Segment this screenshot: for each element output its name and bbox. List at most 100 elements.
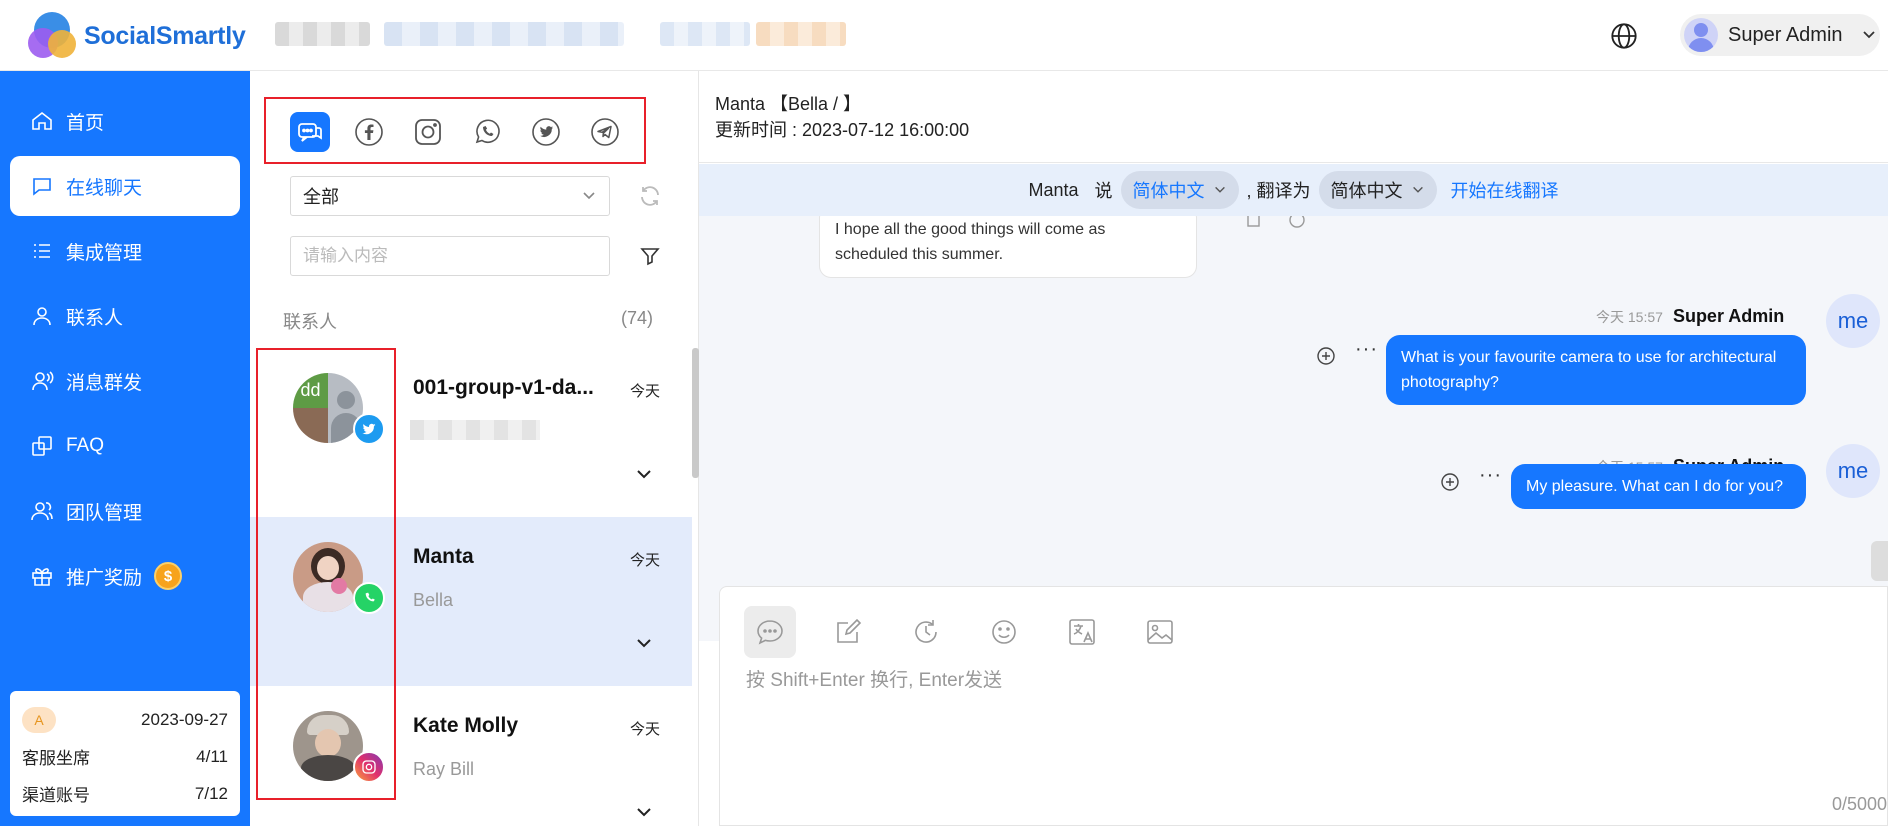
channel-tab-whatsapp[interactable] xyxy=(467,112,507,152)
sidebar-item-team[interactable]: 团队管理 xyxy=(10,481,240,541)
copy-icon xyxy=(32,436,52,456)
scheduled-message-tool[interactable] xyxy=(900,606,952,658)
translate-to-label: , 翻译为 xyxy=(1246,181,1311,201)
telegram-icon xyxy=(591,118,619,146)
incoming-message-bubble: I hope all the good things will come as … xyxy=(819,216,1197,278)
channel-tab-twitter[interactable] xyxy=(526,112,566,152)
contacts-panel: 全部 联系人 (74) dd 001-group-v1-da... 今天 xyxy=(250,71,699,826)
channel-tab-facebook[interactable] xyxy=(349,112,389,152)
target-language-value: 简体中文 xyxy=(1330,181,1403,201)
sidebar-item-label: FAQ xyxy=(66,435,105,456)
user-icon xyxy=(33,307,51,326)
message-time: 今天 15:57 xyxy=(1596,309,1663,325)
chevron-down-icon xyxy=(583,192,595,200)
chevron-down-icon[interactable] xyxy=(633,801,655,823)
contact-name: Kate Molly xyxy=(413,714,519,737)
add-circle-icon[interactable] xyxy=(1440,472,1460,492)
redacted-text xyxy=(384,22,624,46)
translate-tool[interactable] xyxy=(1056,606,1108,658)
sender-avatar: me xyxy=(1826,444,1880,498)
clock-history-icon xyxy=(915,620,937,643)
contact-search-input[interactable] xyxy=(290,236,610,276)
message-list: I hope all the good things will come as … xyxy=(699,216,1888,641)
sidebar-item-label: 联系人 xyxy=(66,307,124,329)
gift-icon xyxy=(32,568,52,586)
message-input[interactable] xyxy=(746,665,1846,745)
user-menu[interactable]: Super Admin xyxy=(1680,14,1880,56)
sidebar-item-broadcast[interactable]: 消息群发 xyxy=(10,351,240,411)
contact-subtitle: Ray Bill xyxy=(413,759,475,779)
channels-label: 渠道账号 xyxy=(22,786,90,805)
channels-value: 7/12 xyxy=(194,783,228,803)
add-circle-icon[interactable] xyxy=(1316,346,1336,366)
whatsapp-icon xyxy=(475,119,500,144)
sidebar-item-label: 首页 xyxy=(66,112,105,134)
quick-reply-tool[interactable] xyxy=(744,606,796,658)
edit-tool[interactable] xyxy=(822,606,874,658)
sidebar-item-faq[interactable]: FAQ xyxy=(10,416,240,476)
sidebar: 首页 在线聊天 集成管理 联系人 消息群发 FAQ 团队管理 推广奖励 $ A … xyxy=(0,71,250,826)
message-composer: 0/5000 xyxy=(719,586,1888,826)
side-drawer-handle[interactable] xyxy=(1871,541,1888,581)
more-options-icon[interactable]: ··· xyxy=(1355,338,1378,361)
sidebar-item-rewards[interactable]: 推广奖励 $ xyxy=(10,546,240,606)
emoji-icon xyxy=(992,620,1016,644)
chevron-down-icon[interactable] xyxy=(633,463,655,485)
chat-filter-select[interactable]: 全部 xyxy=(290,176,610,216)
logo-mark-icon xyxy=(28,12,78,60)
translate-speaker: Manta xyxy=(1028,179,1079,200)
app-logo[interactable]: SocialSmartly xyxy=(28,12,246,60)
home-icon xyxy=(32,111,52,130)
broadcast-icon xyxy=(32,371,54,391)
contact-subtitle: Bella xyxy=(413,590,454,610)
channel-tab-all[interactable] xyxy=(290,112,330,152)
sidebar-item-label: 消息群发 xyxy=(66,372,143,394)
facebook-icon xyxy=(355,118,383,146)
start-translation-link[interactable]: 开始在线翻译 xyxy=(1451,177,1559,203)
instagram-icon xyxy=(415,119,441,145)
app-name: SocialSmartly xyxy=(84,21,246,50)
redacted-text xyxy=(756,22,846,46)
chat-filter-value: 全部 xyxy=(303,187,339,207)
language-globe-icon[interactable] xyxy=(1610,22,1638,50)
contact-name: 001-group-v1-da... xyxy=(413,376,594,399)
emoji-tool[interactable] xyxy=(978,606,1030,658)
target-language-select[interactable]: 简体中文 xyxy=(1318,171,1437,209)
translate-icon xyxy=(1069,619,1095,645)
sidebar-item-integrations[interactable]: 集成管理 xyxy=(10,221,240,281)
contact-time: 今天 xyxy=(630,383,661,400)
outgoing-message-bubble: What is your favourite camera to use for… xyxy=(1386,335,1806,405)
chevron-down-icon xyxy=(1412,186,1423,193)
chevron-down-icon[interactable] xyxy=(633,632,655,654)
edit-icon xyxy=(837,618,862,643)
user-avatar-icon xyxy=(1684,18,1718,52)
redacted-text xyxy=(275,22,370,46)
chat-bubble-icon xyxy=(757,620,783,645)
image-icon xyxy=(1147,620,1173,644)
chat-icon xyxy=(33,178,51,196)
redacted-text xyxy=(660,22,750,46)
contact-list-scrollbar[interactable] xyxy=(692,348,699,478)
top-bar: SocialSmartly Super Admin xyxy=(0,0,1888,71)
sidebar-item-label: 集成管理 xyxy=(66,242,143,264)
sidebar-item-label: 推广奖励 xyxy=(66,567,143,589)
filter-icon[interactable] xyxy=(638,244,662,268)
channel-tab-instagram[interactable] xyxy=(408,112,448,152)
sidebar-item-home[interactable]: 首页 xyxy=(10,91,240,151)
sidebar-item-contacts[interactable]: 联系人 xyxy=(10,286,240,346)
list-icon xyxy=(34,244,50,258)
sidebar-item-online-chat[interactable]: 在线聊天 xyxy=(10,156,240,216)
contact-list-title: 联系人 xyxy=(283,312,337,332)
source-language-select[interactable]: 简体中文 xyxy=(1120,171,1239,209)
message-sender: Super Admin xyxy=(1672,306,1785,326)
image-tool[interactable] xyxy=(1134,606,1186,658)
channel-tab-telegram[interactable] xyxy=(585,112,625,152)
twitter-icon xyxy=(532,118,560,146)
translate-icon[interactable] xyxy=(1287,216,1307,230)
refresh-icon[interactable] xyxy=(638,184,662,208)
more-options-icon[interactable]: ··· xyxy=(1479,464,1502,487)
sender-avatar: me xyxy=(1826,294,1880,348)
copy-icon[interactable] xyxy=(1244,216,1264,230)
expiry-date: 2023-09-27 xyxy=(141,709,228,729)
reward-coin-icon: $ xyxy=(154,562,183,590)
